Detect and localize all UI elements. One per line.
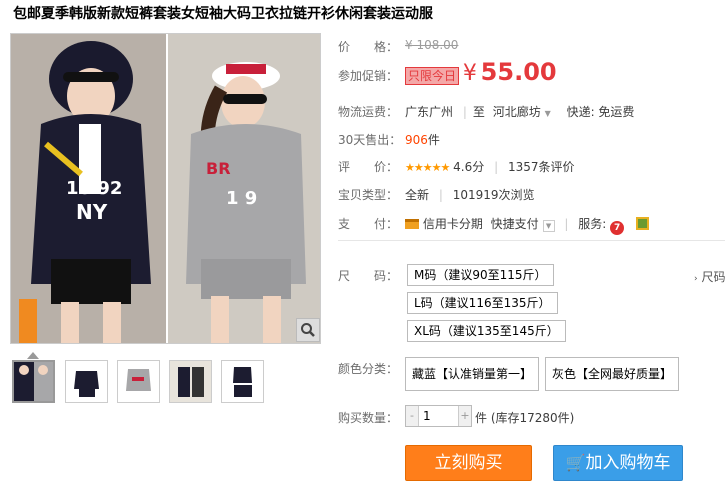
- thumbnail-image: [14, 362, 53, 401]
- rating-stars-icon: ★★★★★: [405, 161, 450, 174]
- chevron-right-icon: ›: [694, 274, 698, 284]
- payment-info: 信用卡分期 快捷支付 ▼ | 服务: 7: [405, 215, 649, 235]
- svg-text:NY: NY: [76, 200, 108, 224]
- currency-symbol: ¥: [462, 61, 477, 86]
- color-option-gray[interactable]: 灰色【全网最好质量】: [545, 357, 680, 391]
- shipping-destination[interactable]: 河北廊坊: [493, 105, 541, 119]
- quick-pay[interactable]: 快捷支付: [491, 217, 539, 231]
- shipping-info: 广东广州 | 至 河北廊坊 ▼ 快递: 免运费: [405, 105, 635, 119]
- thumbnail-image: [66, 361, 107, 402]
- svg-text:18 92: 18 92: [66, 178, 122, 199]
- add-to-cart-button[interactable]: 🛒加入购物车: [553, 445, 683, 481]
- seven-day-return-icon[interactable]: 7: [610, 221, 625, 235]
- quantity-decrease-button[interactable]: -: [406, 406, 419, 426]
- quantity-stepper: - +: [405, 405, 472, 427]
- main-product-image[interactable]: 18 92 NY BR 1 9: [10, 33, 321, 344]
- rating-score: 4.6分: [453, 160, 485, 174]
- sold-label: 30天售出：: [338, 133, 402, 147]
- type-label: 宝贝类型：: [338, 188, 399, 202]
- thumbnail-2[interactable]: [65, 360, 108, 403]
- add-to-cart-label: 加入购物车: [585, 453, 671, 473]
- view-count: 101919次浏览: [452, 188, 535, 202]
- payment-dropdown-icon[interactable]: ▼: [542, 220, 555, 232]
- magnifier-icon: [301, 323, 315, 337]
- guarantee-icon[interactable]: [635, 217, 649, 230]
- shipping-sep: 至: [472, 105, 485, 119]
- thumbnail-image: [170, 361, 211, 402]
- color-label: 颜色分类：: [338, 362, 399, 376]
- chevron-down-icon[interactable]: ▼: [545, 109, 551, 118]
- price-label: 价 格：: [338, 40, 399, 54]
- size-option-l[interactable]: L码（建议116至135斤）: [407, 292, 558, 314]
- thumbnail-1[interactable]: [12, 360, 55, 403]
- quantity-label: 购买数量：: [338, 411, 399, 425]
- promo-price-group: 只限今日 ¥ 55.00: [405, 58, 557, 86]
- size-option-m[interactable]: M码（建议90至115斤）: [407, 264, 554, 286]
- type-info: 全新 | 101919次浏览: [405, 188, 535, 202]
- quantity-input[interactable]: [420, 406, 457, 426]
- size-label: 尺 码：: [338, 269, 399, 283]
- sold-info: 906件: [405, 131, 440, 148]
- rating-info: ★★★★★ 4.6分 | 1357条评价: [405, 160, 575, 174]
- shipping-from: 广东广州: [405, 105, 454, 119]
- shipping-method: 快递: 免运费: [566, 105, 635, 119]
- payment-label: 支 付：: [338, 217, 399, 231]
- sold-unit: 件: [427, 133, 440, 147]
- size-chart-label: 尺码: [701, 270, 725, 284]
- credit-card-icon: [405, 219, 419, 229]
- size-option-xl[interactable]: XL码（建议135至145斤）: [407, 320, 566, 342]
- divider: [338, 240, 725, 241]
- zoom-button[interactable]: [296, 318, 320, 342]
- sold-count: 906: [405, 133, 428, 147]
- promo-label: 参加促销：: [338, 69, 399, 83]
- svg-text:BR: BR: [206, 159, 231, 178]
- buy-now-button[interactable]: 立刻购买: [405, 445, 532, 481]
- service-label: 服务:: [578, 217, 607, 231]
- color-option-navy[interactable]: 藏蓝【认准销量第一】: [405, 357, 540, 391]
- item-condition: 全新: [405, 188, 430, 202]
- thumbnail-3[interactable]: [117, 360, 160, 403]
- product-title: 包邮夏季韩版新款短裤套装女短袖大码卫衣拉链开衫休闲套装运动服: [13, 6, 433, 22]
- promo-price: 55.00: [480, 58, 557, 86]
- thumbnail-image: [118, 361, 159, 402]
- product-photo: 18 92 NY BR 1 9: [11, 34, 320, 343]
- original-price: ¥ 108.00: [405, 38, 459, 52]
- cart-icon: 🛒: [565, 453, 586, 472]
- rating-label: 评 价：: [338, 160, 399, 174]
- shipping-label: 物流运费：: [338, 105, 399, 119]
- credit-installment[interactable]: 信用卡分期: [423, 217, 483, 231]
- thumbnail-image: [222, 361, 263, 402]
- svg-text:1 9: 1 9: [226, 188, 257, 209]
- thumbnail-pointer: [27, 352, 39, 359]
- thumbnail-4[interactable]: [169, 360, 212, 403]
- quantity-increase-button[interactable]: +: [458, 406, 471, 426]
- size-chart-link[interactable]: › 尺码: [694, 268, 725, 285]
- thumbnail-5[interactable]: [221, 360, 264, 403]
- promo-badge: 只限今日: [405, 67, 460, 85]
- stock-info: 件 (库存17280件): [475, 411, 575, 425]
- review-count-link[interactable]: 1357条评价: [508, 160, 575, 174]
